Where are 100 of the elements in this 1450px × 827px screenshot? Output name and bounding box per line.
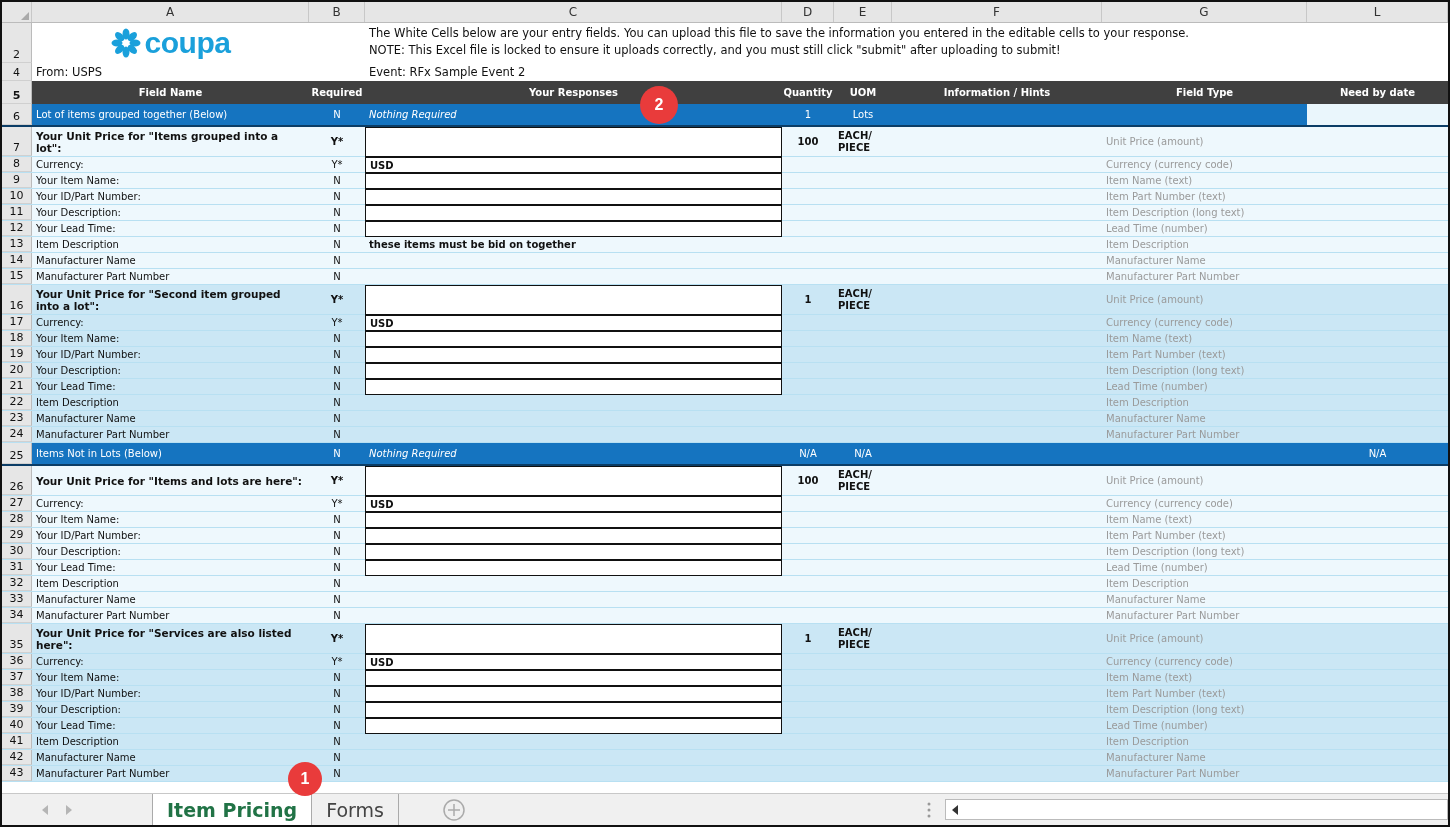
table-cell: Manufacturer Part Number	[36, 429, 170, 440]
column-heading: Required	[310, 86, 364, 100]
table-cell: Manufacturer Part Number	[1106, 768, 1240, 779]
entry-field[interactable]	[365, 221, 782, 237]
entry-field[interactable]	[365, 285, 782, 315]
entry-field[interactable]	[365, 466, 782, 496]
table-cell: Items Not in Lots (Below)	[36, 448, 162, 459]
table-cell: Currency:	[36, 656, 84, 667]
entry-field[interactable]	[365, 173, 782, 189]
sheet-tab[interactable]: Item Pricing	[152, 794, 313, 825]
table-cell: Manufacturer Name	[1106, 594, 1206, 605]
table-cell: N	[333, 191, 341, 202]
table-cell: Your Description:	[36, 365, 121, 376]
entry-field[interactable]	[365, 379, 782, 395]
entry-field[interactable]	[365, 127, 782, 157]
row-header: 9	[2, 173, 32, 188]
row-header: 25	[2, 443, 32, 464]
column-header[interactable]: B	[309, 2, 365, 22]
table-cell: Your Description:	[36, 207, 121, 218]
entry-field[interactable]	[365, 331, 782, 347]
table-cell: N	[333, 271, 341, 282]
row-header: 14	[2, 253, 32, 268]
table-cell: Manufacturer Name	[36, 255, 136, 266]
column-header[interactable]: A	[32, 2, 309, 22]
table-cell: Item Name (text)	[1106, 514, 1193, 525]
row-header: 40	[2, 718, 32, 733]
table-cell: Nothing Required	[369, 448, 457, 459]
table-cell: Manufacturer Name	[36, 594, 136, 605]
row-header: 37	[2, 670, 32, 685]
table-cell: Y*	[330, 136, 344, 147]
table-cell: Unit Price (amount)	[1106, 475, 1204, 486]
row-header: 8	[2, 157, 32, 172]
entry-field[interactable]	[365, 624, 782, 654]
column-header[interactable]: L	[1307, 2, 1448, 22]
table-cell-text: Your Unit Price for "Items grouped into a lot":	[36, 129, 280, 154]
table-cell: N/A	[854, 448, 872, 459]
table-cell: Item Description	[36, 578, 119, 589]
table-cell: N	[333, 175, 341, 186]
entry-field[interactable]	[365, 363, 782, 379]
table-cell-text: EACH/ PIECE	[838, 468, 873, 493]
entry-field[interactable]	[365, 702, 782, 718]
row-header: 6	[2, 104, 32, 125]
from-text: From: USPS	[36, 65, 102, 79]
table-cell: Item Name (text)	[1106, 175, 1193, 186]
left-arrow-icon[interactable]	[951, 804, 958, 815]
row-header: 10	[2, 189, 32, 204]
row-header: 33	[2, 592, 32, 607]
table-cell: Currency (currency code)	[1106, 656, 1233, 667]
table-cell: N	[333, 578, 341, 589]
table-cell: Manufacturer Name	[1106, 752, 1206, 763]
entry-field[interactable]: USD	[365, 315, 782, 331]
entry-field[interactable]	[365, 528, 782, 544]
table-cell: N	[333, 365, 341, 376]
table-cell: Manufacturer Part Number	[36, 271, 170, 282]
table-cell: Your Description:	[36, 546, 121, 557]
table-cell: N	[333, 514, 341, 525]
table-cell: N	[333, 349, 341, 360]
column-header[interactable]: D	[782, 2, 834, 22]
entry-field[interactable]	[365, 347, 782, 363]
table-cell: Lots	[852, 109, 874, 120]
table-cell: Item Description	[36, 239, 119, 250]
row-header: 42	[2, 750, 32, 765]
row-header: 26	[2, 466, 32, 495]
table-cell: Item Description	[1106, 736, 1189, 747]
table-cell: N	[333, 239, 341, 250]
entry-field[interactable]	[365, 544, 782, 560]
entry-field[interactable]	[365, 512, 782, 528]
table-cell: N	[333, 768, 341, 779]
entry-field[interactable]: USD	[365, 157, 782, 173]
table-cell-text: Your Unit Price for "Services are also listed here":	[36, 626, 293, 651]
table-cell: Lead Time (number)	[1106, 223, 1208, 234]
column-header[interactable]: G	[1102, 2, 1307, 22]
horizontal-scrollbar[interactable]	[944, 799, 1448, 820]
table-cell: Manufacturer Part Number	[1106, 271, 1240, 282]
table-cell: Item Description	[1106, 578, 1189, 589]
entry-field[interactable]	[365, 670, 782, 686]
logo-text: coupa	[144, 28, 231, 58]
table-cell: Your ID/Part Number:	[36, 349, 141, 360]
table-cell: Manufacturer Part Number	[1106, 429, 1240, 440]
entry-field[interactable]	[365, 189, 782, 205]
note-text: The White Cells below are your entry fields. You can upload this file to save the information you entered in the editable cells to your response.	[369, 25, 1189, 42]
column-header[interactable]: F	[892, 2, 1102, 22]
row-header: 23	[2, 411, 32, 426]
entry-field[interactable]	[365, 718, 782, 734]
entry-field[interactable]: USD	[365, 654, 782, 670]
table-cell: Unit Price (amount)	[1106, 633, 1204, 644]
entry-field[interactable]	[365, 560, 782, 576]
row-header: 17	[2, 315, 32, 330]
column-heading: Information / Hints	[942, 86, 1052, 100]
table-cell: Item Description (long text)	[1106, 704, 1245, 715]
table-cell: Item Name (text)	[1106, 333, 1193, 344]
column-header[interactable]: C	[365, 2, 782, 22]
column-header[interactable]: E	[834, 2, 892, 22]
row-header: 34	[2, 608, 32, 623]
table-cell: Your ID/Part Number:	[36, 688, 141, 699]
table-cell: N	[333, 704, 341, 715]
entry-field[interactable]	[365, 686, 782, 702]
entry-field[interactable]: USD	[365, 496, 782, 512]
entry-field[interactable]	[365, 205, 782, 221]
table-cell: Item Description	[36, 397, 119, 408]
